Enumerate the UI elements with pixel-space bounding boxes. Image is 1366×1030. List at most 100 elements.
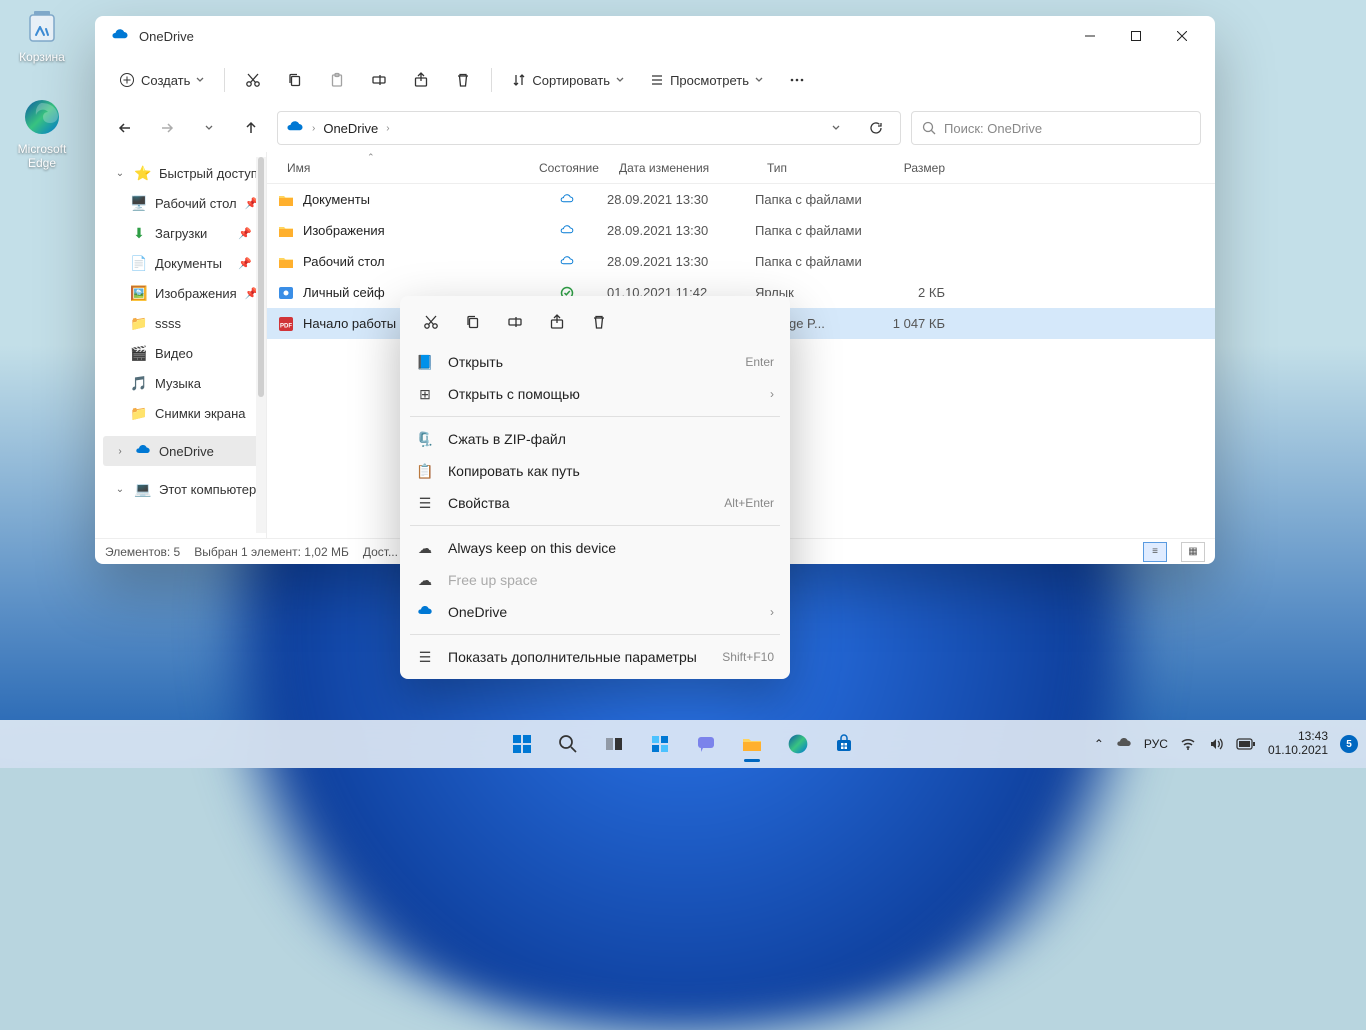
ctx-show-more[interactable]: ☰Показать дополнительные параметрыShift+… [406, 641, 784, 673]
col-type[interactable]: Тип [755, 161, 875, 175]
titlebar[interactable]: OneDrive [95, 16, 1215, 56]
clock[interactable]: 13:4301.10.2021 [1268, 730, 1328, 758]
file-row[interactable]: Документы28.09.2021 13:30Папка с файлами [267, 184, 1215, 215]
up-button[interactable] [235, 112, 267, 144]
svg-text:PDF: PDF [280, 323, 292, 329]
back-button[interactable] [109, 112, 141, 144]
col-state[interactable]: Состояние [527, 161, 607, 175]
sidebar-item-thispc[interactable]: ⌄💻Этот компьютер [103, 474, 266, 504]
document-icon: 📄 [131, 255, 147, 271]
copy-button[interactable] [275, 62, 315, 98]
ctx-onedrive[interactable]: OneDrive› [406, 596, 784, 628]
col-date[interactable]: Дата изменения [607, 161, 755, 175]
desktop-icon-recycle-bin[interactable]: Корзина [4, 4, 80, 64]
sidebar-item-quick-access[interactable]: ⌄⭐Быстрый доступ [103, 158, 266, 188]
sidebar-item-onedrive[interactable]: ›OneDrive [103, 436, 266, 466]
new-button[interactable]: Создать [107, 62, 216, 98]
folder-icon: 📁 [131, 315, 147, 331]
view-tiles-button[interactable]: ▦ [1181, 542, 1205, 562]
wifi-icon[interactable] [1180, 736, 1196, 752]
pin-icon: 📌 [238, 227, 252, 240]
scrollbar-thumb[interactable] [258, 157, 264, 397]
window-title: OneDrive [139, 29, 194, 44]
star-icon: ⭐ [135, 165, 151, 181]
tray-chevron-icon[interactable]: ⌃ [1094, 737, 1104, 751]
store-taskbar-button[interactable] [824, 724, 864, 764]
minimize-button[interactable] [1067, 20, 1113, 52]
ctx-open-with[interactable]: ⊞Открыть с помощью› [406, 378, 784, 410]
desktop-icon-label: Корзина [4, 50, 80, 64]
file-row[interactable]: Изображения28.09.2021 13:30Папка с файла… [267, 215, 1215, 246]
forward-button[interactable] [151, 112, 183, 144]
chevron-down-icon: ⌄ [113, 484, 127, 495]
search-placeholder: Поиск: OneDrive [944, 121, 1042, 136]
col-size[interactable]: Размер [875, 161, 955, 175]
sort-button[interactable]: Сортировать [500, 62, 636, 98]
delete-button[interactable] [443, 62, 483, 98]
ctx-copy-button[interactable] [454, 306, 492, 338]
desktop-icon-edge[interactable]: Microsoft Edge [4, 96, 80, 170]
view-button[interactable]: Просмотреть [638, 62, 775, 98]
ctx-properties[interactable]: ☰СвойстваAlt+Enter [406, 487, 784, 519]
file-row[interactable]: Рабочий стол28.09.2021 13:30Папка с файл… [267, 246, 1215, 277]
taskbar-search-button[interactable] [548, 724, 588, 764]
ctx-delete-button[interactable] [580, 306, 618, 338]
explorer-taskbar-button[interactable] [732, 724, 772, 764]
chevron-down-icon: ⌄ [113, 168, 127, 179]
more-button[interactable] [777, 62, 817, 98]
properties-icon: ☰ [416, 495, 434, 512]
file-name: Личный сейф [303, 285, 385, 300]
sidebar-item-ssss[interactable]: 📁ssss [103, 308, 266, 338]
addr-dropdown-button[interactable] [820, 112, 852, 144]
language-indicator[interactable]: РУС [1144, 737, 1168, 751]
system-tray[interactable]: ⌃ РУС 13:4301.10.2021 5 [1094, 730, 1358, 758]
ctx-cut-button[interactable] [412, 306, 450, 338]
ctx-always-keep[interactable]: ☁Always keep on this device [406, 532, 784, 564]
col-name[interactable]: Имя [267, 161, 527, 175]
chat-button[interactable] [686, 724, 726, 764]
ctx-open[interactable]: 📘ОткрытьEnter [406, 346, 784, 378]
refresh-button[interactable] [860, 112, 892, 144]
volume-icon[interactable] [1208, 736, 1224, 752]
ctx-rename-button[interactable] [496, 306, 534, 338]
battery-icon[interactable] [1236, 738, 1256, 750]
taskview-button[interactable] [594, 724, 634, 764]
scrollbar[interactable] [256, 157, 266, 533]
sidebar-item-documents[interactable]: 📄Документы📌 [103, 248, 266, 278]
notification-badge[interactable]: 5 [1340, 735, 1358, 753]
rename-button[interactable] [359, 62, 399, 98]
ctx-zip[interactable]: 🗜️Сжать в ZIP-файл [406, 423, 784, 455]
close-button[interactable] [1159, 20, 1205, 52]
paste-button[interactable] [317, 62, 357, 98]
toolbar: Создать Сортировать Просмотреть [95, 56, 1215, 104]
sidebar-item-video[interactable]: 🎬Видео [103, 338, 266, 368]
sidebar-item-desktop[interactable]: 🖥️Рабочий стол📌 [103, 188, 266, 218]
widgets-button[interactable] [640, 724, 680, 764]
picture-icon: 🖼️ [131, 285, 147, 301]
cut-button[interactable] [233, 62, 273, 98]
file-state [527, 255, 607, 269]
address-bar[interactable]: › OneDrive › [277, 111, 901, 145]
maximize-button[interactable] [1113, 20, 1159, 52]
file-date: 28.09.2021 13:30 [607, 223, 755, 238]
sidebar-item-pictures[interactable]: 🖼️Изображения📌 [103, 278, 266, 308]
ctx-copy-path[interactable]: 📋Копировать как путь [406, 455, 784, 487]
onedrive-tray-icon[interactable] [1116, 736, 1132, 752]
recent-button[interactable] [193, 112, 225, 144]
sort-indicator-icon: ⌃ [367, 152, 375, 163]
sidebar-item-music[interactable]: 🎵Музыка [103, 368, 266, 398]
column-headers[interactable]: ⌃ Имя Состояние Дата изменения Тип Разме… [267, 152, 1215, 184]
sidebar-item-downloads[interactable]: ⬇Загрузки📌 [103, 218, 266, 248]
onedrive-icon [286, 119, 304, 137]
onedrive-icon [416, 604, 434, 620]
pin-icon: 📌 [238, 257, 252, 270]
file-icon [277, 222, 295, 240]
breadcrumb[interactable]: OneDrive [323, 121, 378, 136]
ctx-share-button[interactable] [538, 306, 576, 338]
edge-taskbar-button[interactable] [778, 724, 818, 764]
start-button[interactable] [502, 724, 542, 764]
search-input[interactable]: Поиск: OneDrive [911, 111, 1201, 145]
view-details-button[interactable]: ≡ [1143, 542, 1167, 562]
share-button[interactable] [401, 62, 441, 98]
sidebar-item-screenshots[interactable]: 📁Снимки экрана [103, 398, 266, 428]
